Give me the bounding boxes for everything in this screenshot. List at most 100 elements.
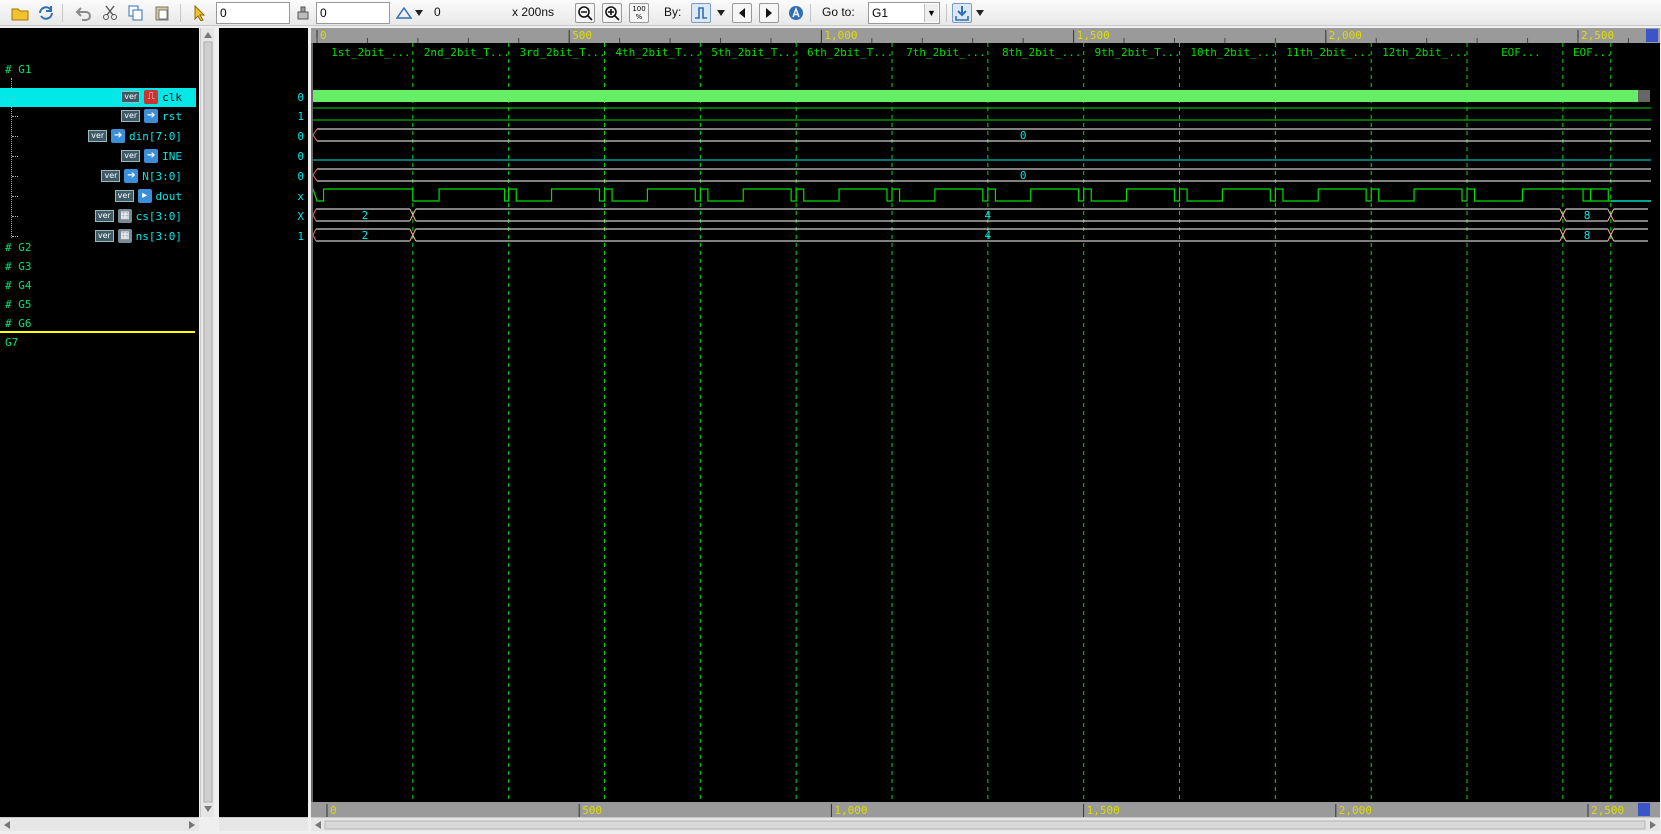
chevron-down-icon[interactable] bbox=[975, 3, 985, 23]
signal-row-cs30[interactable]: cs[3:0] ▦ ver bbox=[0, 207, 196, 226]
scale-label: x 200ns bbox=[512, 5, 555, 19]
signal-row-dout[interactable]: dout ▸ ver bbox=[0, 187, 196, 206]
zoom-fit-icon[interactable]: 100 % bbox=[629, 3, 649, 23]
by-label: By: bbox=[664, 5, 682, 19]
signal-names-pane: # G1 # G2 # G3 # G4 # G5 # G6 G7 clk ⎍ ver rst ➔ ve… bbox=[0, 28, 199, 817]
names-vertical-scrollbar[interactable] bbox=[200, 28, 214, 817]
ruler-tick-label: 2,000 bbox=[1339, 804, 1372, 817]
waveform-canvas[interactable]: 0 500 1,000 1,500 2,000 2,500 0 500 1,000 1,500 2,… bbox=[311, 28, 1660, 817]
signal-value: 0 bbox=[297, 91, 304, 104]
insertion-line bbox=[0, 331, 195, 333]
open-folder-icon[interactable] bbox=[10, 3, 30, 23]
tree-branch bbox=[12, 236, 18, 237]
dout-waveform bbox=[312, 188, 1651, 202]
input-icon: ➔ bbox=[144, 149, 159, 163]
language-badge: ver bbox=[94, 230, 114, 242]
reload-icon[interactable] bbox=[36, 3, 56, 23]
tree-branch bbox=[12, 216, 18, 217]
chevron-down-icon[interactable] bbox=[414, 3, 424, 23]
output-icon: ▸ bbox=[137, 189, 152, 203]
prev-icon[interactable] bbox=[732, 3, 752, 23]
group-g6[interactable]: # G6 bbox=[5, 317, 32, 330]
signal-row-clk[interactable]: clk ⎍ ver bbox=[0, 88, 196, 107]
marker-label: 9th_2bit_T... bbox=[1095, 46, 1181, 59]
cs-waveform-value: 2 bbox=[362, 209, 369, 222]
language-badge: ver bbox=[121, 110, 141, 122]
chevron-down-icon[interactable] bbox=[716, 3, 726, 23]
goto-label: Go to: bbox=[822, 5, 855, 19]
signal-row-ns30[interactable]: ns[3:0] ▦ ver bbox=[0, 227, 196, 246]
signal-row-INE[interactable]: INE ➔ ver bbox=[0, 147, 196, 166]
tree-branch bbox=[12, 116, 18, 117]
group-g3[interactable]: # G3 bbox=[5, 260, 32, 273]
signal-row-rst[interactable]: rst ➔ ver bbox=[0, 107, 196, 126]
values-horizontal-scrollbar[interactable] bbox=[219, 817, 308, 831]
ruler-tick-label: 500 bbox=[572, 29, 592, 42]
select-pointer-icon[interactable] bbox=[190, 3, 210, 23]
time-input-start[interactable] bbox=[216, 2, 290, 24]
language-badge: ver bbox=[121, 150, 141, 162]
marker-label: EOF... bbox=[1501, 46, 1541, 59]
edge-icon[interactable] bbox=[691, 3, 711, 23]
marker-label: 3rd_2bit_T... bbox=[520, 46, 606, 59]
ns-waveform-value: 4 bbox=[985, 229, 992, 242]
signal-name: rst bbox=[162, 110, 182, 123]
export-icon[interactable] bbox=[952, 3, 972, 23]
signal-value: 0 bbox=[297, 150, 304, 163]
delta-icon[interactable] bbox=[394, 3, 414, 23]
din-waveform-start-edge bbox=[312, 128, 318, 142]
signal-row-N30[interactable]: N[3:0] ➔ ver bbox=[0, 167, 196, 186]
ruler-cursor-handle bbox=[1638, 803, 1650, 816]
simulator-window: 0 x 200ns 100 % By: Go to: G1 ▼ bbox=[0, 0, 1661, 834]
chevron-down-icon: ▼ bbox=[924, 4, 938, 22]
signal-name: ns[3:0] bbox=[135, 230, 182, 243]
cursor-icon[interactable] bbox=[293, 3, 313, 23]
signal-values-pane: 0 1 0 0 0 xX 1 bbox=[219, 28, 308, 817]
ns-waveform-start-edge bbox=[312, 228, 317, 242]
zoom-in-icon[interactable] bbox=[602, 3, 622, 23]
language-badge: ver bbox=[114, 190, 134, 202]
ruler-tick-label: 0 bbox=[320, 29, 327, 42]
language-badge: ver bbox=[88, 130, 108, 142]
marker-label: 6th_2bit_T... bbox=[807, 46, 893, 59]
din-value: 0 bbox=[1020, 129, 1027, 142]
signal-value: 0 bbox=[297, 170, 304, 183]
ruler-tick-label: 2,000 bbox=[1329, 29, 1362, 42]
marker-label: 4th_2bit_T... bbox=[615, 46, 701, 59]
ruler-tick-label: 2,500 bbox=[1581, 29, 1614, 42]
signal-name: dout bbox=[155, 190, 183, 203]
group-g1[interactable]: # G1 bbox=[5, 63, 32, 76]
zoom-out-icon[interactable] bbox=[575, 3, 595, 23]
tree-branch bbox=[12, 156, 18, 157]
signal-value: 1 bbox=[297, 110, 304, 123]
time-input-cursor[interactable] bbox=[316, 2, 390, 24]
next-icon[interactable] bbox=[759, 3, 779, 23]
waveform-pane: 0 500 1,000 1,500 2,000 2,500 0 500 1,000 1,500 2,… bbox=[311, 28, 1660, 817]
goto-select[interactable]: G1 ▼ bbox=[868, 2, 940, 24]
ruler-tick-label: 500 bbox=[582, 804, 602, 817]
clk-waveform bbox=[313, 90, 1638, 102]
names-horizontal-scrollbar[interactable] bbox=[0, 817, 199, 831]
group-g4[interactable]: # G4 bbox=[5, 279, 32, 292]
ruler-tick-label: 1,000 bbox=[834, 804, 867, 817]
wave-horizontal-scrollbar[interactable] bbox=[311, 817, 1660, 831]
language-badge: ver bbox=[94, 210, 114, 222]
input-icon: ➔ bbox=[144, 109, 159, 123]
signal-row-din70[interactable]: din[7:0] ➔ ver bbox=[0, 127, 196, 146]
tree-branch bbox=[12, 136, 18, 137]
group-g7[interactable]: G7 bbox=[5, 336, 18, 349]
ruler-tick-label: 1,500 bbox=[1087, 804, 1120, 817]
clock-icon: ⎍ bbox=[144, 90, 159, 104]
cs-waveform-value: 4 bbox=[985, 209, 992, 222]
cs-waveform-start-edge bbox=[312, 208, 317, 222]
register-icon: ▦ bbox=[117, 229, 132, 243]
signal-value: 1 bbox=[297, 230, 304, 243]
undo-icon[interactable] bbox=[73, 3, 93, 23]
cut-icon[interactable] bbox=[100, 3, 120, 23]
group-g5[interactable]: # G5 bbox=[5, 298, 32, 311]
copy-icon[interactable] bbox=[126, 3, 146, 23]
marker-label: EOF... bbox=[1573, 46, 1613, 59]
annotate-icon[interactable] bbox=[786, 3, 806, 23]
paste-icon[interactable] bbox=[152, 3, 172, 23]
input-icon: ➔ bbox=[124, 169, 139, 183]
